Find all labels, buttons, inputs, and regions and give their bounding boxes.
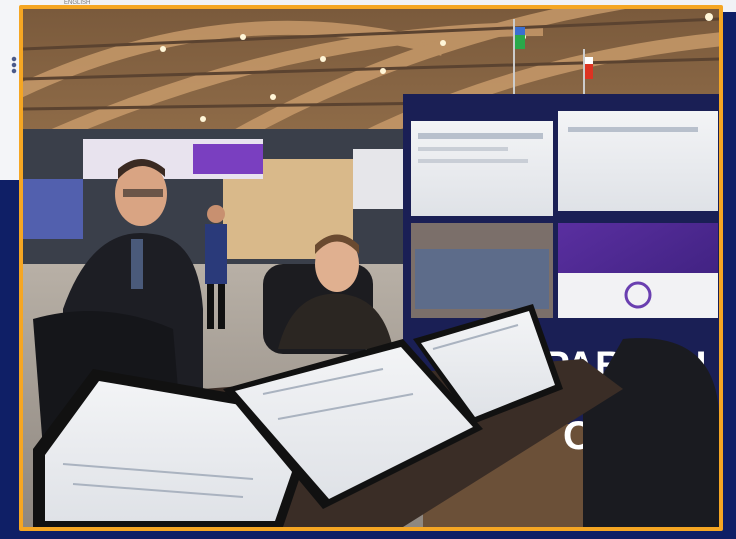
photo-exhibition-booth: РАВЛЕН И О РЕГ bbox=[23, 9, 719, 527]
photo-frame: РАВЛЕН И О РЕГ bbox=[19, 5, 723, 531]
wall-screen-2 bbox=[558, 111, 718, 211]
dots-icon bbox=[10, 56, 18, 74]
